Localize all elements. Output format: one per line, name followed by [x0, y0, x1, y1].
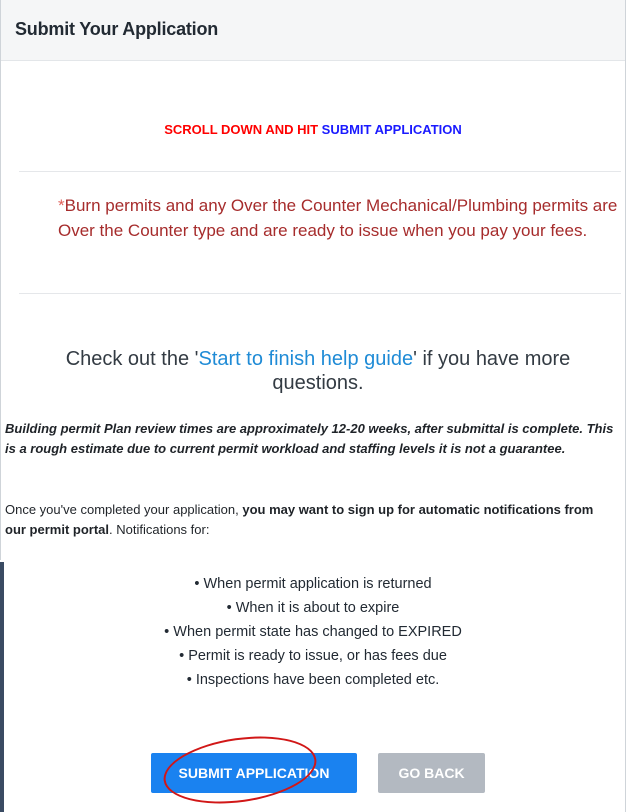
- signup-prefix: Once you've completed your application,: [5, 502, 243, 517]
- page-title: Submit Your Application: [15, 19, 219, 39]
- notification-list: • When permit application is returned • …: [0, 572, 626, 692]
- notification-signup-text: Once you've completed your application, …: [5, 500, 617, 540]
- panel-border-left: [0, 0, 1, 560]
- application-panel: Submit Your Application SCROLL DOWN AND …: [0, 0, 626, 812]
- divider: [19, 293, 621, 294]
- list-item: • When permit state has changed to EXPIR…: [164, 624, 462, 640]
- help-prefix: Check out the ': [65, 348, 199, 370]
- submit-instruction: SCROLL DOWN AND HIT SUBMIT APPLICATION: [0, 122, 626, 137]
- help-guide-text: Check out the 'Start to finish help guid…: [18, 347, 618, 395]
- list-item: • When permit application is returned: [194, 576, 432, 592]
- instruction-red-text: SCROLL DOWN AND HIT: [164, 122, 322, 137]
- instruction-blue-text: SUBMIT APPLICATION: [321, 122, 462, 137]
- list-item: • Inspections have been completed etc.: [186, 672, 440, 688]
- divider: [19, 171, 621, 172]
- note-text: Burn permits and any Over the Counter Me…: [58, 196, 618, 240]
- go-back-button[interactable]: GO BACK: [378, 753, 485, 793]
- submit-application-button[interactable]: SUBMIT APPLICATION: [151, 753, 357, 793]
- note-asterisk: *: [58, 196, 65, 215]
- burn-permit-note: *Burn permits and any Over the Counter M…: [58, 193, 618, 243]
- help-guide-link[interactable]: Start to finish help guide: [198, 348, 413, 370]
- panel-header: Submit Your Application: [1, 0, 625, 61]
- list-item: • Permit is ready to issue, or has fees …: [179, 648, 447, 664]
- review-time-notice: Building permit Plan review times are ap…: [5, 421, 614, 456]
- signup-suffix: . Notifications for:: [109, 522, 210, 537]
- list-item: • When it is about to expire: [226, 600, 400, 616]
